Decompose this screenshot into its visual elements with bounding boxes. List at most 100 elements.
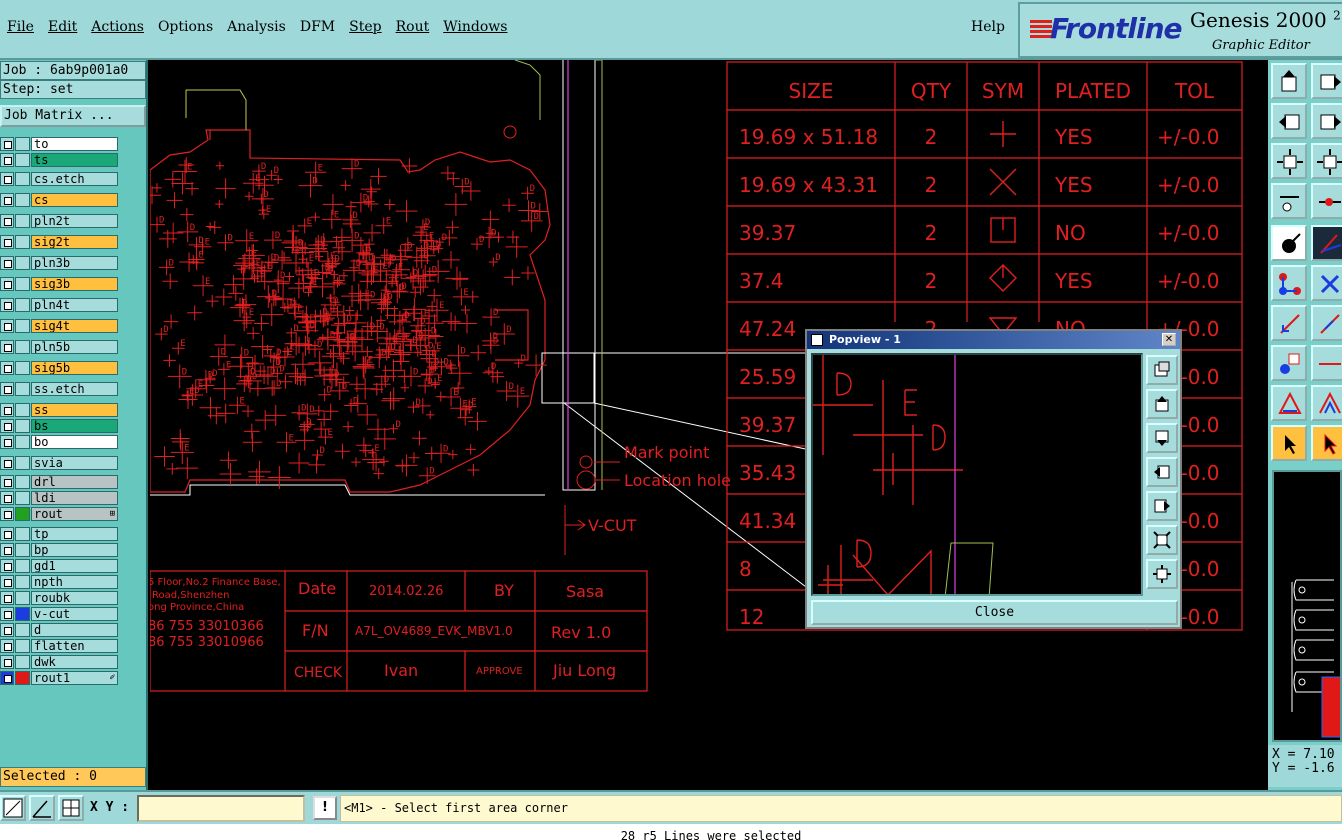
layer-color-swatch[interactable] (15, 475, 30, 489)
layer-row-cs.etch[interactable]: cs.etch (0, 171, 118, 187)
layer-checkbox[interactable] (0, 639, 14, 653)
layer-name[interactable]: cs.etch (31, 172, 118, 186)
pointer-icon[interactable] (1271, 425, 1307, 461)
layer-checkbox[interactable] (0, 475, 14, 489)
menu-edit[interactable]: Edit (41, 19, 84, 35)
layer-color-swatch[interactable] (15, 403, 30, 417)
draw-line-icon[interactable] (1271, 305, 1307, 341)
layer-name[interactable]: svia (31, 456, 118, 470)
layer-checkbox[interactable] (0, 298, 14, 312)
layer-checkbox[interactable] (0, 435, 14, 449)
layer-name[interactable]: bo (31, 435, 118, 449)
pan-right-alt-icon[interactable] (1311, 103, 1342, 139)
layer-row-npth[interactable]: npth (0, 574, 118, 590)
measure-icon[interactable] (1271, 183, 1307, 219)
layer-color-swatch[interactable] (15, 456, 30, 470)
layer-row-gd1[interactable]: gd1 (0, 558, 118, 574)
layer-color-swatch[interactable] (15, 527, 30, 541)
layer-row-pln4t[interactable]: pln4t (0, 297, 118, 313)
layer-checkbox[interactable] (0, 671, 14, 685)
layer-name[interactable]: ts (31, 153, 118, 167)
menu-dfm[interactable]: DFM (293, 19, 342, 35)
layer-color-swatch[interactable] (15, 298, 30, 312)
layer-color-swatch[interactable] (15, 639, 30, 653)
layer-row-pln2t[interactable]: pln2t (0, 213, 118, 229)
layer-color-swatch[interactable] (15, 623, 30, 637)
layer-name[interactable]: rout1 ✐ (31, 671, 118, 685)
layer-color-swatch[interactable] (15, 491, 30, 505)
layer-row-ldi[interactable]: ldi (0, 490, 118, 506)
xy-input[interactable] (137, 795, 305, 822)
pan-down-icon[interactable] (1146, 423, 1178, 453)
pointer-alt-icon[interactable] (1311, 425, 1342, 461)
layer-row-tp[interactable]: tp (0, 526, 118, 542)
layer-row-ss[interactable]: ss (0, 402, 118, 418)
layer-row-bp[interactable]: bp (0, 542, 118, 558)
layer-row-roubk[interactable]: roubk (0, 590, 118, 606)
layer-checkbox[interactable] (0, 153, 14, 167)
layer-checkbox[interactable] (0, 277, 14, 291)
menu-step[interactable]: Step (342, 19, 388, 35)
pan-up-icon[interactable] (1146, 389, 1178, 419)
layer-name[interactable]: ss (31, 403, 118, 417)
layer-checkbox[interactable] (0, 507, 14, 521)
layer-color-swatch[interactable] (15, 256, 30, 270)
layer-row-ss.etch[interactable]: ss.etch (0, 381, 118, 397)
menu-rout[interactable]: Rout (389, 19, 437, 35)
layer-name[interactable]: sig3b (31, 277, 118, 291)
layer-color-swatch[interactable] (15, 419, 30, 433)
layer-row-cs[interactable]: cs (0, 192, 118, 208)
layer-color-swatch[interactable] (15, 361, 30, 375)
layer-checkbox[interactable] (0, 419, 14, 433)
layer-checkbox[interactable] (0, 623, 14, 637)
layer-color-swatch[interactable] (15, 137, 30, 151)
layer-checkbox[interactable] (0, 172, 14, 186)
pan-left-icon[interactable] (1146, 457, 1178, 487)
select-feature-icon[interactable] (1271, 225, 1307, 261)
layer-row-svia[interactable]: svia (0, 455, 118, 471)
horizontal-line-icon[interactable] (1311, 345, 1342, 381)
layer-color-swatch[interactable] (15, 193, 30, 207)
layer-checkbox[interactable] (0, 137, 14, 151)
triangle-tool-icon[interactable] (1271, 385, 1307, 421)
layer-checkbox[interactable] (0, 456, 14, 470)
zoom-in-icon[interactable] (1146, 525, 1178, 555)
layer-checkbox[interactable] (0, 575, 14, 589)
pan-right-tool-icon[interactable] (1311, 63, 1342, 99)
layer-checkbox[interactable] (0, 382, 14, 396)
layer-row-sig3b[interactable]: sig3b (0, 276, 118, 292)
layer-name[interactable]: ldi (31, 491, 118, 505)
layer-color-swatch[interactable] (15, 235, 30, 249)
grid-icon[interactable] (58, 795, 84, 821)
layer-row-sig2t[interactable]: sig2t (0, 234, 118, 250)
layer-color-swatch[interactable] (15, 559, 30, 573)
layer-name[interactable]: sig2t (31, 235, 118, 249)
layer-name[interactable]: to (31, 137, 118, 151)
layer-row-to[interactable]: to (0, 136, 118, 152)
layer-row-v-cut[interactable]: v-cut (0, 606, 118, 622)
layer-checkbox[interactable] (0, 607, 14, 621)
layer-checkbox[interactable] (0, 319, 14, 333)
layer-row-pln3b[interactable]: pln3b (0, 255, 118, 271)
minimap[interactable] (1272, 470, 1342, 742)
layer-name[interactable]: flatten (31, 639, 118, 653)
layer-name[interactable]: pln4t (31, 298, 118, 312)
add-line-icon[interactable] (1311, 225, 1342, 261)
warning-icon[interactable]: ! (313, 796, 337, 820)
layer-name[interactable]: rout ⊞ (31, 507, 118, 521)
layer-row-sig4t[interactable]: sig4t (0, 318, 118, 334)
layer-color-swatch[interactable] (15, 172, 30, 186)
add-pad-icon[interactable] (1271, 345, 1307, 381)
layer-name[interactable]: cs (31, 193, 118, 207)
draw-arc-icon[interactable] (1311, 305, 1342, 341)
angle-tool-icon[interactable] (1311, 385, 1342, 421)
layer-name[interactable]: pln3b (31, 256, 118, 270)
layer-color-swatch[interactable] (15, 153, 30, 167)
layer-name[interactable]: d (31, 623, 118, 637)
popview-window[interactable]: Popview - 1 ✕ Close (805, 329, 1182, 629)
layer-checkbox[interactable] (0, 559, 14, 573)
layer-color-swatch[interactable] (15, 277, 30, 291)
layer-color-swatch[interactable] (15, 591, 30, 605)
job-matrix-button[interactable]: Job Matrix ... (0, 105, 146, 127)
layer-color-swatch[interactable] (15, 543, 30, 557)
